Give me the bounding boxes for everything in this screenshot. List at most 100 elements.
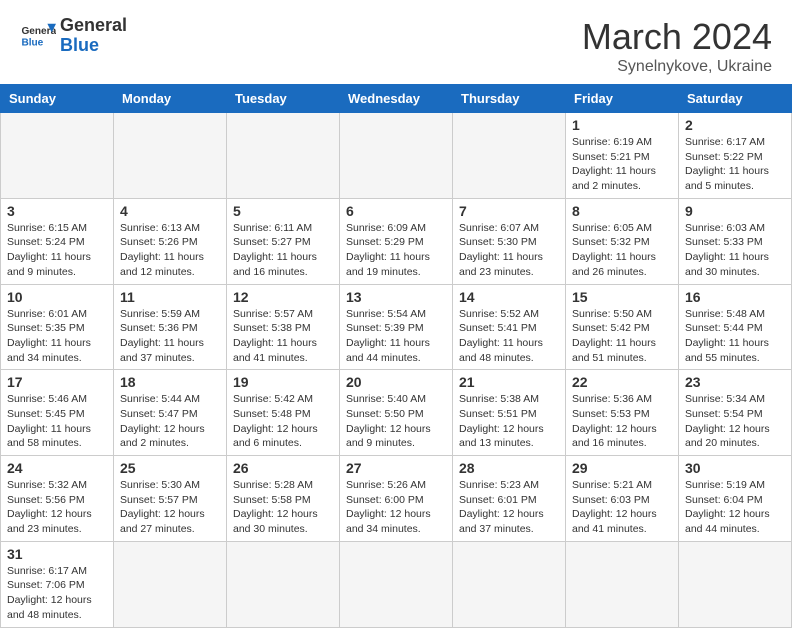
generalblue-logo-icon: General Blue	[20, 18, 56, 54]
cell-day-number: 27	[346, 460, 446, 476]
logo-general: General	[60, 16, 127, 36]
cell-day-number: 9	[685, 203, 785, 219]
calendar-cell-5-2	[227, 541, 340, 627]
cell-sun-info: Sunrise: 5:44 AMSunset: 5:47 PMDaylight:…	[120, 392, 220, 451]
cell-day-number: 23	[685, 374, 785, 390]
calendar-cell-1-4: 7 Sunrise: 6:07 AMSunset: 5:30 PMDaylight…	[453, 198, 566, 284]
calendar-week-3: 10Sunrise: 6:01 AMSunset: 5:35 PMDayligh…	[1, 284, 792, 370]
cell-sun-info: Sunrise: 5:32 AMSunset: 5:56 PMDaylight:…	[7, 478, 107, 537]
calendar-cell-1-0: 3 Sunrise: 6:15 AMSunset: 5:24 PMDaylight…	[1, 198, 114, 284]
calendar-cell-4-3: 27 Sunrise: 5:26 AMSunset: 6:00 PMDayligh…	[340, 456, 453, 542]
calendar-cell-1-5: 8Sunrise: 6:05 AMSunset: 5:32 PMDaylight…	[566, 198, 679, 284]
calendar-cell-1-3: 6Sunrise: 6:09 AMSunset: 5:29 PMDaylight…	[340, 198, 453, 284]
cell-day-number: 21	[459, 374, 559, 390]
calendar-cell-4-5: 29Sunrise: 5:21 AMSunset: 6:03 PMDayligh…	[566, 456, 679, 542]
calendar-week-1: 1Sunrise: 6:19 AMSunset: 5:21 PMDaylight…	[1, 113, 792, 199]
cell-sun-info: Sunrise: 5:26 AMSunset: 6:00 PMDaylight:…	[346, 478, 446, 537]
calendar-cell-1-6: 9Sunrise: 6:03 AMSunset: 5:33 PMDaylight…	[679, 198, 792, 284]
cell-day-number: 15	[572, 289, 672, 305]
weekday-header-sunday: Sunday	[1, 85, 114, 113]
cell-sun-info: Sunrise: 5:59 AMSunset: 5:36 PMDaylight:…	[120, 307, 220, 366]
calendar-cell-0-3	[340, 113, 453, 199]
calendar-cell-0-6: 2Sunrise: 6:17 AMSunset: 5:22 PMDaylight…	[679, 113, 792, 199]
cell-sun-info: Sunrise: 6:07 AMSunset: 5:30 PMDaylight:…	[459, 221, 559, 280]
cell-day-number: 11	[120, 289, 220, 305]
calendar-cell-3-1: 18 Sunrise: 5:44 AMSunset: 5:47 PMDayligh…	[114, 370, 227, 456]
weekday-header-monday: Monday	[114, 85, 227, 113]
weekday-header-thursday: Thursday	[453, 85, 566, 113]
calendar-cell-2-6: 16 Sunrise: 5:48 AMSunset: 5:44 PMDayligh…	[679, 284, 792, 370]
cell-day-number: 17	[7, 374, 107, 390]
calendar-cell-5-4	[453, 541, 566, 627]
calendar-cell-1-2: 5Sunrise: 6:11 AMSunset: 5:27 PMDaylight…	[227, 198, 340, 284]
cell-day-number: 13	[346, 289, 446, 305]
cell-day-number: 18	[120, 374, 220, 390]
calendar-cell-3-4: 21 Sunrise: 5:38 AMSunset: 5:51 PMDayligh…	[453, 370, 566, 456]
cell-sun-info: Sunrise: 5:19 AMSunset: 6:04 PMDaylight:…	[685, 478, 785, 537]
cell-day-number: 8	[572, 203, 672, 219]
cell-day-number: 26	[233, 460, 333, 476]
calendar-cell-3-5: 22 Sunrise: 5:36 AMSunset: 5:53 PMDayligh…	[566, 370, 679, 456]
cell-sun-info: Sunrise: 5:54 AMSunset: 5:39 PMDaylight:…	[346, 307, 446, 366]
cell-day-number: 31	[7, 546, 107, 562]
cell-day-number: 7	[459, 203, 559, 219]
calendar-cell-3-2: 19 Sunrise: 5:42 AMSunset: 5:48 PMDayligh…	[227, 370, 340, 456]
calendar-cell-2-2: 12Sunrise: 5:57 AMSunset: 5:38 PMDayligh…	[227, 284, 340, 370]
cell-sun-info: Sunrise: 5:23 AMSunset: 6:01 PMDaylight:…	[459, 478, 559, 537]
cell-sun-info: Sunrise: 5:48 AMSunset: 5:44 PMDaylight:…	[685, 307, 785, 366]
calendar-cell-3-0: 17 Sunrise: 5:46 AMSunset: 5:45 PMDayligh…	[1, 370, 114, 456]
logo: General Blue General Blue	[20, 16, 127, 56]
calendar-table: SundayMondayTuesdayWednesdayThursdayFrid…	[0, 84, 792, 628]
cell-sun-info: Sunrise: 6:11 AMSunset: 5:27 PMDaylight:…	[233, 221, 333, 280]
cell-sun-info: Sunrise: 5:50 AMSunset: 5:42 PMDaylight:…	[572, 307, 672, 366]
cell-day-number: 12	[233, 289, 333, 305]
calendar-week-5: 24Sunrise: 5:32 AMSunset: 5:56 PMDayligh…	[1, 456, 792, 542]
calendar-cell-2-4: 14Sunrise: 5:52 AMSunset: 5:41 PMDayligh…	[453, 284, 566, 370]
calendar-cell-5-3	[340, 541, 453, 627]
cell-sun-info: Sunrise: 5:42 AMSunset: 5:48 PMDaylight:…	[233, 392, 333, 451]
cell-day-number: 28	[459, 460, 559, 476]
cell-sun-info: Sunrise: 5:40 AMSunset: 5:50 PMDaylight:…	[346, 392, 446, 451]
svg-text:Blue: Blue	[21, 37, 43, 48]
calendar-location: Synelnykove, Ukraine	[582, 58, 772, 76]
calendar-cell-3-6: 23 Sunrise: 5:34 AMSunset: 5:54 PMDayligh…	[679, 370, 792, 456]
calendar-cell-2-5: 15 Sunrise: 5:50 AMSunset: 5:42 PMDayligh…	[566, 284, 679, 370]
cell-sun-info: Sunrise: 5:34 AMSunset: 5:54 PMDaylight:…	[685, 392, 785, 451]
cell-day-number: 16	[685, 289, 785, 305]
cell-sun-info: Sunrise: 5:28 AMSunset: 5:58 PMDaylight:…	[233, 478, 333, 537]
weekday-header-row: SundayMondayTuesdayWednesdayThursdayFrid…	[1, 85, 792, 113]
calendar-cell-4-1: 25Sunrise: 5:30 AMSunset: 5:57 PMDayligh…	[114, 456, 227, 542]
calendar-cell-5-6	[679, 541, 792, 627]
cell-day-number: 20	[346, 374, 446, 390]
cell-day-number: 4	[120, 203, 220, 219]
calendar-cell-0-4	[453, 113, 566, 199]
cell-sun-info: Sunrise: 6:13 AMSunset: 5:26 PMDaylight:…	[120, 221, 220, 280]
cell-day-number: 19	[233, 374, 333, 390]
page-header: General Blue General Blue March 2024 Syn…	[0, 0, 792, 84]
calendar-cell-5-5	[566, 541, 679, 627]
calendar-cell-0-1	[114, 113, 227, 199]
calendar-cell-0-0	[1, 113, 114, 199]
title-block: March 2024 Synelnykove, Ukraine	[582, 16, 772, 76]
cell-sun-info: Sunrise: 5:46 AMSunset: 5:45 PMDaylight:…	[7, 392, 107, 451]
calendar-title: March 2024	[582, 16, 772, 58]
cell-day-number: 1	[572, 117, 672, 133]
cell-day-number: 3	[7, 203, 107, 219]
calendar-cell-2-3: 13 Sunrise: 5:54 AMSunset: 5:39 PMDayligh…	[340, 284, 453, 370]
cell-sun-info: Sunrise: 6:15 AMSunset: 5:24 PMDaylight:…	[7, 221, 107, 280]
cell-sun-info: Sunrise: 5:38 AMSunset: 5:51 PMDaylight:…	[459, 392, 559, 451]
calendar-cell-2-1: 11 Sunrise: 5:59 AMSunset: 5:36 PMDayligh…	[114, 284, 227, 370]
calendar-cell-3-3: 20 Sunrise: 5:40 AMSunset: 5:50 PMDayligh…	[340, 370, 453, 456]
cell-day-number: 6	[346, 203, 446, 219]
cell-sun-info: Sunrise: 5:36 AMSunset: 5:53 PMDaylight:…	[572, 392, 672, 451]
cell-day-number: 30	[685, 460, 785, 476]
calendar-week-2: 3 Sunrise: 6:15 AMSunset: 5:24 PMDaylight…	[1, 198, 792, 284]
calendar-cell-0-2	[227, 113, 340, 199]
calendar-cell-1-1: 4 Sunrise: 6:13 AMSunset: 5:26 PMDaylight…	[114, 198, 227, 284]
calendar-cell-4-6: 30 Sunrise: 5:19 AMSunset: 6:04 PMDayligh…	[679, 456, 792, 542]
cell-sun-info: Sunrise: 6:17 AMSunset: 5:22 PMDaylight:…	[685, 135, 785, 194]
cell-day-number: 25	[120, 460, 220, 476]
weekday-header-tuesday: Tuesday	[227, 85, 340, 113]
calendar-cell-5-0: 31Sunrise: 6:17 AMSunset: 7:06 PMDayligh…	[1, 541, 114, 627]
cell-day-number: 22	[572, 374, 672, 390]
